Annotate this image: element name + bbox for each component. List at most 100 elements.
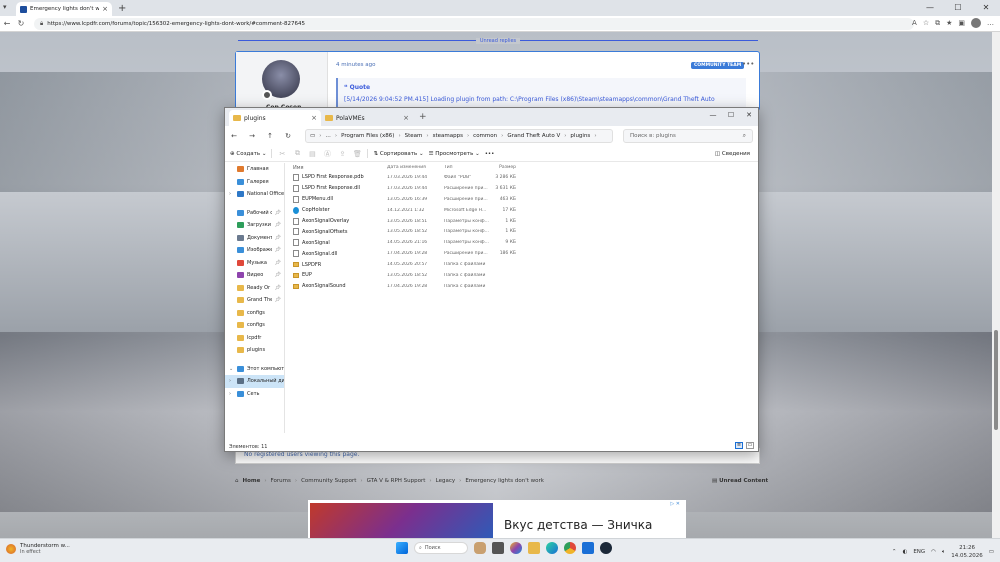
explorer-search-input[interactable]: Поиск в: plugins ⌕ [623, 129, 753, 143]
sidebar-item[interactable]: › Сеть [225, 388, 284, 401]
store-icon[interactable] [582, 542, 594, 554]
extensions-icon[interactable]: ⧉ [935, 19, 940, 28]
rename-icon[interactable]: Ⓐ [322, 150, 332, 158]
path-segment[interactable]: Program Files (x86) [341, 133, 394, 139]
share-icon[interactable]: ⇪ [337, 150, 347, 158]
page-scrollbar[interactable] [992, 32, 1000, 538]
column-type[interactable]: Тип [444, 165, 490, 170]
start-icon[interactable] [396, 542, 408, 554]
edge-icon[interactable] [546, 542, 558, 554]
breadcrumb-gta-support[interactable]: GTA V & RPH Support [367, 478, 426, 484]
profile-avatar[interactable] [971, 18, 981, 28]
expand-chevron-icon[interactable]: › [229, 378, 234, 384]
refresh-icon[interactable]: ↻ [14, 19, 28, 28]
file-row[interactable]: AxonSignal 14.05.2026 21:16 Параметры конф… [291, 237, 751, 248]
sort-button[interactable]: ⇅ Сортировать ⌄ [373, 151, 423, 157]
favorite-star-icon[interactable]: ☆ [923, 19, 929, 27]
chrome-icon[interactable] [564, 542, 576, 554]
post-more-icon[interactable]: ••• [742, 60, 754, 68]
file-explorer-icon[interactable] [528, 542, 540, 554]
collections-icon[interactable]: ▣ [958, 19, 965, 27]
sidebar-item[interactable]: › National Office Of [225, 188, 284, 201]
more-options-icon[interactable]: ••• [485, 151, 495, 157]
close-window-icon[interactable]: ✕ [972, 0, 1000, 16]
refresh-icon[interactable]: ↻ [279, 132, 297, 140]
details-button[interactable]: ◫ Сведения [715, 151, 750, 157]
paste-icon[interactable]: ▤ [307, 150, 317, 158]
sidebar-item[interactable]: Загрузки 📌︎ [225, 219, 284, 232]
weather-widget[interactable]: Thunderstorm w... In effect [6, 543, 70, 555]
home-icon[interactable]: ⌂ [235, 478, 239, 484]
create-button[interactable]: ⊕ Создать ⌄ [230, 151, 266, 157]
file-row[interactable]: AxonSignal.dll 17.04.2026 19:28 Расширение… [291, 248, 751, 259]
favorites-icon[interactable]: ★ [946, 19, 952, 27]
new-tab-icon[interactable]: + [118, 3, 126, 14]
column-size[interactable]: Размер [490, 165, 516, 170]
advertisement[interactable]: Вкус детства — Зничка ▷ ✕ [308, 500, 686, 540]
volume-icon[interactable]: 🔈︎ [942, 549, 945, 556]
expand-chevron-icon[interactable]: ⌄ [229, 366, 234, 372]
browser-tab[interactable]: Emergency lights don't work - Lc... × [16, 2, 112, 16]
path-segment[interactable]: Steam [405, 133, 423, 139]
tray-overflow-icon[interactable]: ⌃ [892, 549, 897, 555]
breadcrumb-home[interactable]: Home [243, 478, 261, 484]
file-row[interactable]: LSPD First Response.dll 17.03.2026 19:44 Р… [291, 183, 751, 194]
unread-content-link[interactable]: ▤ Unread Content [712, 478, 768, 484]
sidebar-item[interactable]: configs [225, 319, 284, 332]
tiles-view-icon[interactable]: ▭ [746, 442, 754, 449]
copilot-icon[interactable] [510, 542, 522, 554]
file-row[interactable]: AxonSignalOverlay 13.05.2026 18:51 Парамет… [291, 216, 751, 227]
minimize-icon[interactable]: — [704, 108, 722, 126]
cut-icon[interactable]: ✂ [277, 150, 287, 158]
file-row[interactable]: AxonSignalOffsets 13.05.2026 18:52 Парамет… [291, 226, 751, 237]
new-tab-icon[interactable]: + [419, 108, 427, 126]
tray-app-icon[interactable]: ◐ [903, 549, 908, 555]
expand-chevron-icon[interactable]: › [229, 191, 234, 197]
sidebar-item[interactable]: Главная [225, 163, 284, 176]
back-icon[interactable]: ← [225, 132, 243, 140]
tab-actions-icon[interactable]: ▾ [3, 3, 7, 11]
sidebar-item[interactable]: › Локальный диск [225, 375, 284, 388]
sidebar-item[interactable]: plugins [225, 344, 284, 357]
ad-choices-icon[interactable]: ▷ ✕ [670, 501, 680, 507]
file-row[interactable]: CopHolster 14.12.2021 1:32 Microsoft Edge … [291, 205, 751, 216]
path-bar[interactable]: ▭ › … › Program Files (x86) › Steam › stea… [305, 129, 613, 143]
explorer-tab-second[interactable]: PolaVMEs × [321, 110, 413, 126]
clock[interactable]: 21:26 14.05.2026 [951, 544, 983, 560]
path-segment[interactable]: common [473, 133, 497, 139]
close-tab-icon[interactable]: × [403, 114, 409, 122]
path-segment[interactable]: plugins [570, 133, 590, 139]
column-name[interactable]: Имя [291, 165, 387, 171]
steam-icon[interactable] [600, 542, 612, 554]
sidebar-item[interactable]: Документы📌︎ [225, 232, 284, 245]
notifications-icon[interactable]: ▭ [989, 549, 994, 555]
close-tab-icon[interactable]: × [311, 114, 317, 122]
url-field[interactable]: 🔒︎ https://www.lcpdfr.com/forums/topic/1… [34, 18, 914, 30]
delete-icon[interactable]: 🗑︎ [352, 150, 362, 158]
file-row[interactable]: EUP 13.05.2026 18:52 Папка с файлами [291, 270, 751, 281]
back-icon[interactable]: ← [0, 19, 14, 28]
sidebar-item[interactable]: Музыка 📌︎ [225, 257, 284, 270]
view-button[interactable]: ☰ Просмотреть ⌄ [429, 151, 480, 157]
file-row[interactable]: AxonSignalSound 17.04.2026 19:28 Папка с ф… [291, 281, 751, 292]
details-view-icon[interactable]: ≡ [735, 442, 743, 449]
taskbar-search[interactable]: ⌕ Поиск [414, 542, 468, 554]
task-view-icon[interactable] [492, 542, 504, 554]
minimize-icon[interactable]: — [916, 0, 944, 16]
sidebar-item[interactable]: Grand Theft Aut📌︎ [225, 294, 284, 307]
expand-chevron-icon[interactable]: › [229, 391, 234, 397]
path-segment[interactable]: steamapps [433, 133, 463, 139]
sidebar-item[interactable]: Рабочий стол📌︎ [225, 207, 284, 220]
copy-icon[interactable]: ⧉ [292, 149, 302, 158]
file-row[interactable]: EUPMenu.dll 13.05.2026 16:39 Расширение пр… [291, 194, 751, 205]
post-time[interactable]: 4 minutes ago [336, 62, 376, 68]
path-overflow-icon[interactable]: … [325, 133, 331, 139]
breadcrumb-community-support[interactable]: Community Support [301, 478, 356, 484]
sidebar-item[interactable]: configs [225, 307, 284, 320]
breadcrumb-legacy[interactable]: Legacy [436, 478, 456, 484]
breadcrumb-forums[interactable]: Forums [271, 478, 291, 484]
sidebar-item[interactable]: Галерея [225, 176, 284, 189]
sidebar-item[interactable]: Изображения📌︎ [225, 244, 284, 257]
sidebar-item[interactable]: ⌄ Этот компьютер [225, 363, 284, 376]
maximize-icon[interactable]: ☐ [944, 0, 972, 16]
